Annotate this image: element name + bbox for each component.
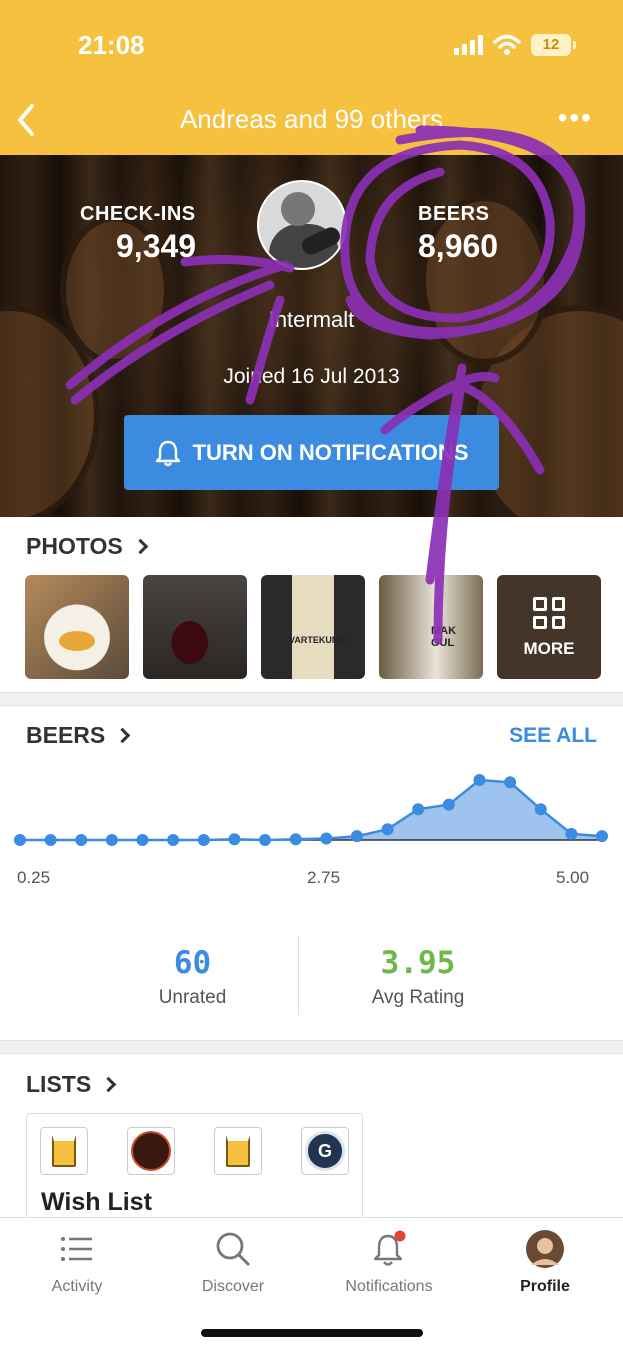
- tab-profile[interactable]: Profile: [470, 1228, 620, 1296]
- profile-avatar[interactable]: [257, 180, 347, 270]
- chart-point: [504, 776, 517, 789]
- brewery-badge-letter: G: [305, 1131, 345, 1171]
- photo-strip: MORE: [25, 575, 601, 679]
- tab-notifications[interactable]: Notifications: [314, 1228, 464, 1296]
- bell-icon: [155, 440, 180, 466]
- x-tick-label: 5.00: [556, 868, 590, 887]
- status-icons: 12: [454, 34, 576, 56]
- chart-point: [350, 830, 363, 843]
- chart-point: [259, 834, 272, 846]
- photos-header[interactable]: PHOTOS: [26, 533, 148, 560]
- chart-point: [320, 832, 333, 845]
- chart-point: [534, 803, 547, 816]
- chart-point: [44, 834, 57, 846]
- stat-divider: [298, 935, 299, 1015]
- tab-activity[interactable]: Activity: [2, 1228, 152, 1296]
- photo-thumbnail[interactable]: [25, 575, 129, 679]
- beers-header[interactable]: BEERS: [26, 722, 131, 749]
- notifications-button-label: TURN ON NOTIFICATIONS: [192, 439, 469, 465]
- chart-point: [565, 827, 578, 840]
- tab-label: Activity: [51, 1278, 103, 1295]
- battery-icon: 12: [531, 34, 576, 56]
- profile-hero: CHECK-INS 9,349 BEERS 8,960 Intermalt Jo…: [0, 155, 623, 517]
- list-beer-icons: G: [40, 1127, 349, 1175]
- chart-point: [105, 834, 118, 846]
- signal-icon: [454, 35, 483, 55]
- tab-label: Notifications: [345, 1278, 433, 1295]
- x-tick-label: 2.75: [307, 868, 341, 887]
- page-title: Andreas and 99 others: [179, 104, 444, 134]
- beers-stat[interactable]: BEERS 8,960: [418, 203, 498, 265]
- bell-icon: [373, 1230, 406, 1266]
- unrated-value: 60: [173, 945, 212, 981]
- top-bar: 21:08 12 Andreas and 99 others •••: [0, 0, 623, 155]
- username: Intermalt: [268, 307, 355, 332]
- avg-rating-label: Avg Rating: [371, 987, 465, 1008]
- photo-thumbnail[interactable]: [143, 575, 247, 679]
- more-options-icon[interactable]: •••: [558, 104, 593, 132]
- section-divider: [0, 1040, 623, 1054]
- chart-point: [197, 834, 210, 846]
- photos-title: PHOTOS: [26, 533, 123, 559]
- more-photos-button[interactable]: MORE: [497, 575, 601, 679]
- avg-rating-value: 3.95: [380, 945, 456, 981]
- chart-point: [442, 798, 455, 811]
- chart-point: [228, 833, 241, 846]
- checkins-label: CHECK-INS: [80, 203, 196, 225]
- turn-on-notifications-button[interactable]: TURN ON NOTIFICATIONS: [124, 415, 499, 490]
- chart-point: [412, 803, 425, 816]
- avatar-icon: [526, 1230, 564, 1268]
- see-all-link[interactable]: SEE ALL: [509, 724, 597, 748]
- avg-rating-stat: 3.95 Avg Rating: [338, 945, 498, 1009]
- beer-mug-icon: [40, 1127, 88, 1175]
- chart-point: [473, 774, 486, 786]
- beer-mug-icon: [214, 1127, 262, 1175]
- unrated-label: Unrated: [158, 987, 227, 1008]
- photo-thumbnail[interactable]: [379, 575, 483, 679]
- chart-point: [167, 834, 180, 846]
- checkins-value: 9,349: [116, 228, 197, 264]
- chart-point: [136, 834, 149, 846]
- brewery-logo-icon: [127, 1127, 175, 1175]
- chevron-right-icon: [132, 538, 148, 555]
- lists-title: LISTS: [26, 1071, 92, 1097]
- checkins-stat[interactable]: CHECK-INS 9,349: [80, 203, 196, 265]
- list-card-wish-list[interactable]: G Wish List: [26, 1113, 363, 1233]
- chevron-right-icon: [100, 1076, 117, 1093]
- tab-label: Discover: [201, 1278, 265, 1295]
- joined-date: Joined 16 Jul 2013: [223, 365, 400, 388]
- chart-point: [381, 823, 394, 836]
- section-divider: [0, 692, 623, 706]
- chart-point: [289, 833, 302, 846]
- notification-badge: [394, 1230, 406, 1242]
- tab-discover[interactable]: Discover: [158, 1228, 308, 1296]
- unrated-stat[interactable]: 60 Unrated: [120, 945, 265, 1009]
- home-indicator: [201, 1329, 423, 1337]
- rating-distribution-chart: [14, 774, 608, 846]
- status-time: 21:08: [78, 30, 145, 60]
- lists-header[interactable]: LISTS: [26, 1071, 117, 1098]
- brewery-logo-icon: G: [301, 1127, 349, 1175]
- beers-value: 8,960: [418, 228, 499, 264]
- beers-label: BEERS: [418, 203, 490, 225]
- search-icon: [216, 1232, 250, 1266]
- chart-point: [75, 834, 88, 846]
- wifi-icon: [493, 34, 521, 55]
- photo-thumbnail[interactable]: [261, 575, 365, 679]
- chevron-right-icon: [114, 727, 131, 744]
- chart-point: [14, 834, 26, 846]
- tab-label: Profile: [520, 1278, 570, 1295]
- list-icon: [61, 1237, 92, 1261]
- list-name: Wish List: [41, 1188, 152, 1216]
- chart-point: [596, 830, 608, 843]
- more-photos-label: MORE: [523, 639, 575, 658]
- beers-title: BEERS: [26, 722, 106, 748]
- chart-area: [20, 780, 602, 840]
- x-tick-label: 0.25: [17, 868, 51, 887]
- grid-icon: [533, 597, 565, 629]
